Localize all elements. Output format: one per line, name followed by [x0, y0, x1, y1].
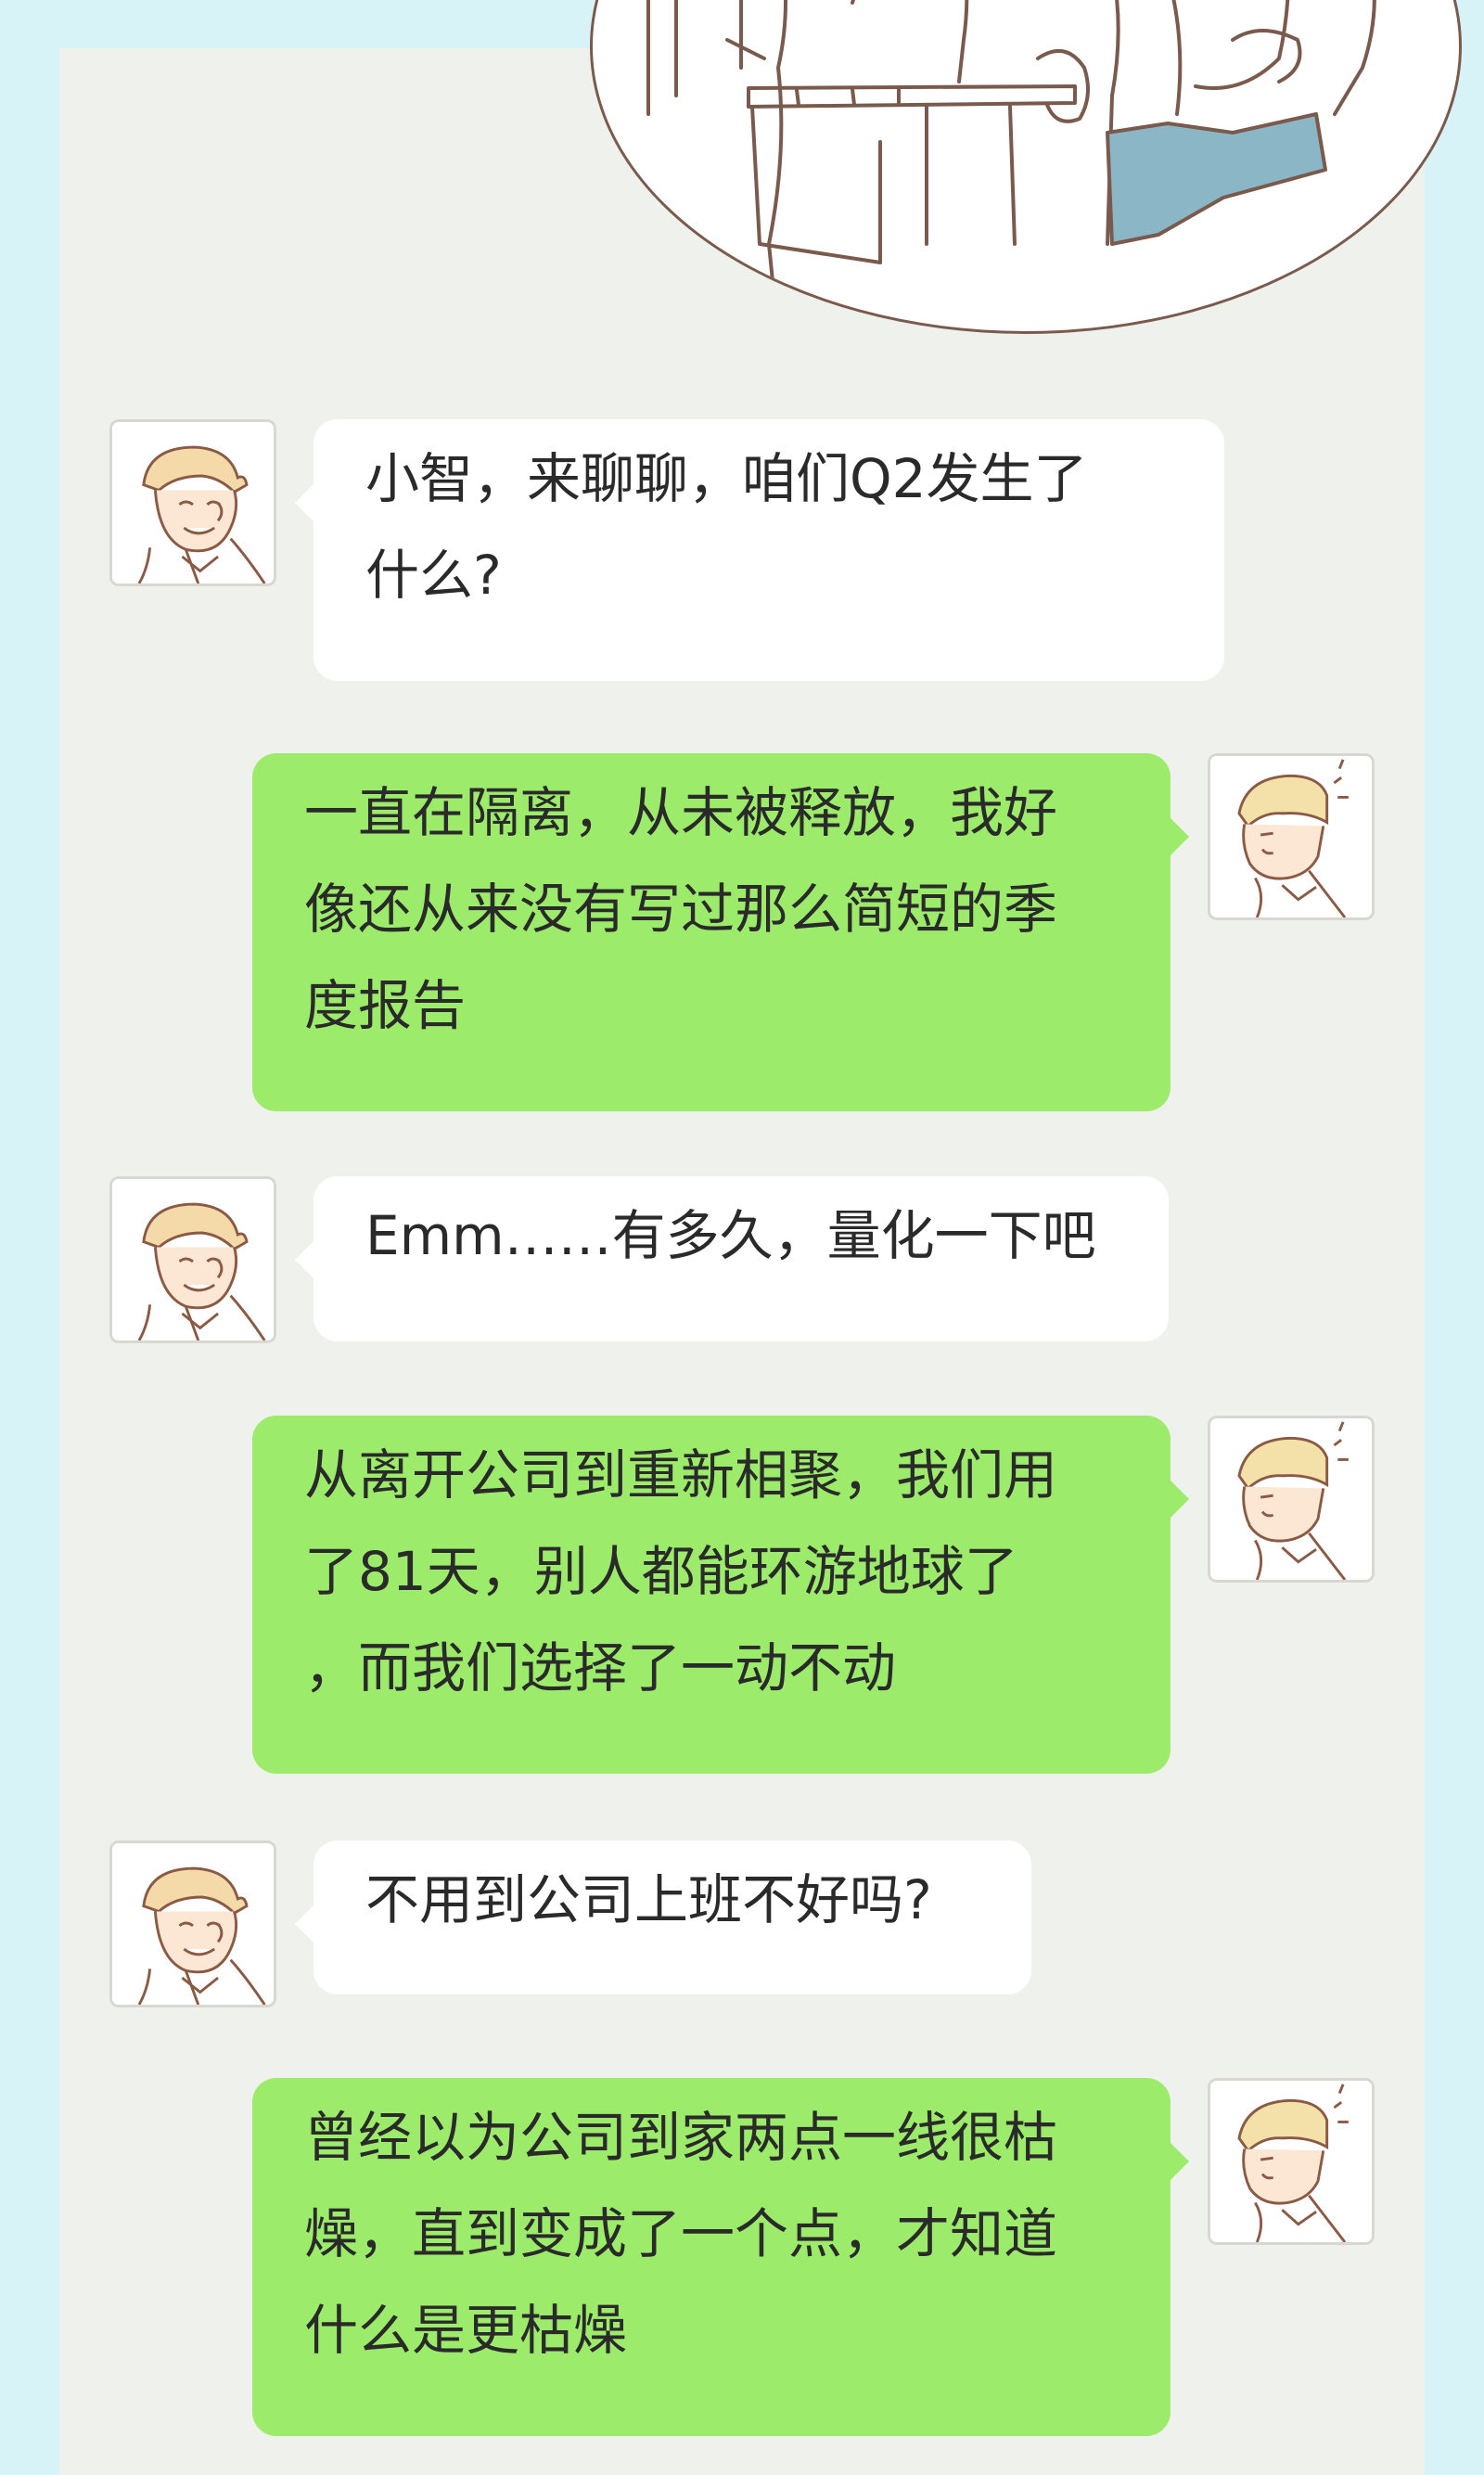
message-line: 不用到公司上班不好吗? [365, 1868, 932, 1931]
message-line: 什么是更枯燥 [304, 2299, 628, 2362]
message-line: 像还从来没有写过那么简短的季 [304, 878, 1058, 941]
message-line: 什么? [365, 544, 502, 607]
message-line: 从离开公司到重新相聚，我们用 [304, 1443, 1058, 1507]
message-line: Emm……有多久，量化一下吧 [365, 1204, 1096, 1267]
two-people-illustration [646, 0, 1376, 331]
message-line: 小智，来聊聊，咱们Q2发生了 [365, 447, 1088, 510]
worried-man-icon [1210, 756, 1372, 917]
message-bubble-6: 曾经以为公司到家两点一线很枯 燥，直到变成了一个点，才知道 什么是更枯燥 [252, 2078, 1189, 2436]
hero-illustration [590, 0, 1462, 334]
message-bubble-3: Emm……有多久，量化一下吧 [295, 1176, 1169, 1341]
message-line: 一直在隔离，从未被释放，我好 [304, 781, 1058, 844]
smiling-man-icon [112, 1179, 274, 1340]
avatar-xiaozhi [1208, 753, 1375, 920]
message-bubble-4: 从离开公司到重新相聚，我们用 了81天，别人都能环游地球了 ，而我们选择了一动不… [252, 1416, 1189, 1774]
message-line: 度报告 [304, 974, 467, 1037]
avatar-manager [109, 1176, 276, 1343]
worried-man-icon [1210, 2081, 1372, 2242]
avatar-xiaozhi [1208, 2078, 1375, 2245]
message-line: 曾经以为公司到家两点一线很枯 [304, 2106, 1058, 2169]
message-bubble-1: 小智，来聊聊，咱们Q2发生了 什么? [295, 419, 1224, 681]
message-bubble-2: 一直在隔离，从未被释放，我好 像还从来没有写过那么简短的季 度报告 [252, 753, 1189, 1111]
message-line: ，而我们选择了一动不动 [304, 1636, 897, 1699]
message-bubble-5: 不用到公司上班不好吗? [295, 1840, 1031, 1994]
worried-man-icon [1210, 1418, 1372, 1580]
message-line: 燥，直到变成了一个点，才知道 [304, 2202, 1058, 2265]
avatar-xiaozhi [1208, 1416, 1375, 1583]
message-line: 了81天，别人都能环游地球了 [304, 1540, 1018, 1603]
avatar-manager [109, 1840, 276, 2007]
smiling-man-icon [112, 422, 274, 583]
smiling-man-icon [112, 1843, 274, 2005]
avatar-manager [109, 419, 276, 586]
